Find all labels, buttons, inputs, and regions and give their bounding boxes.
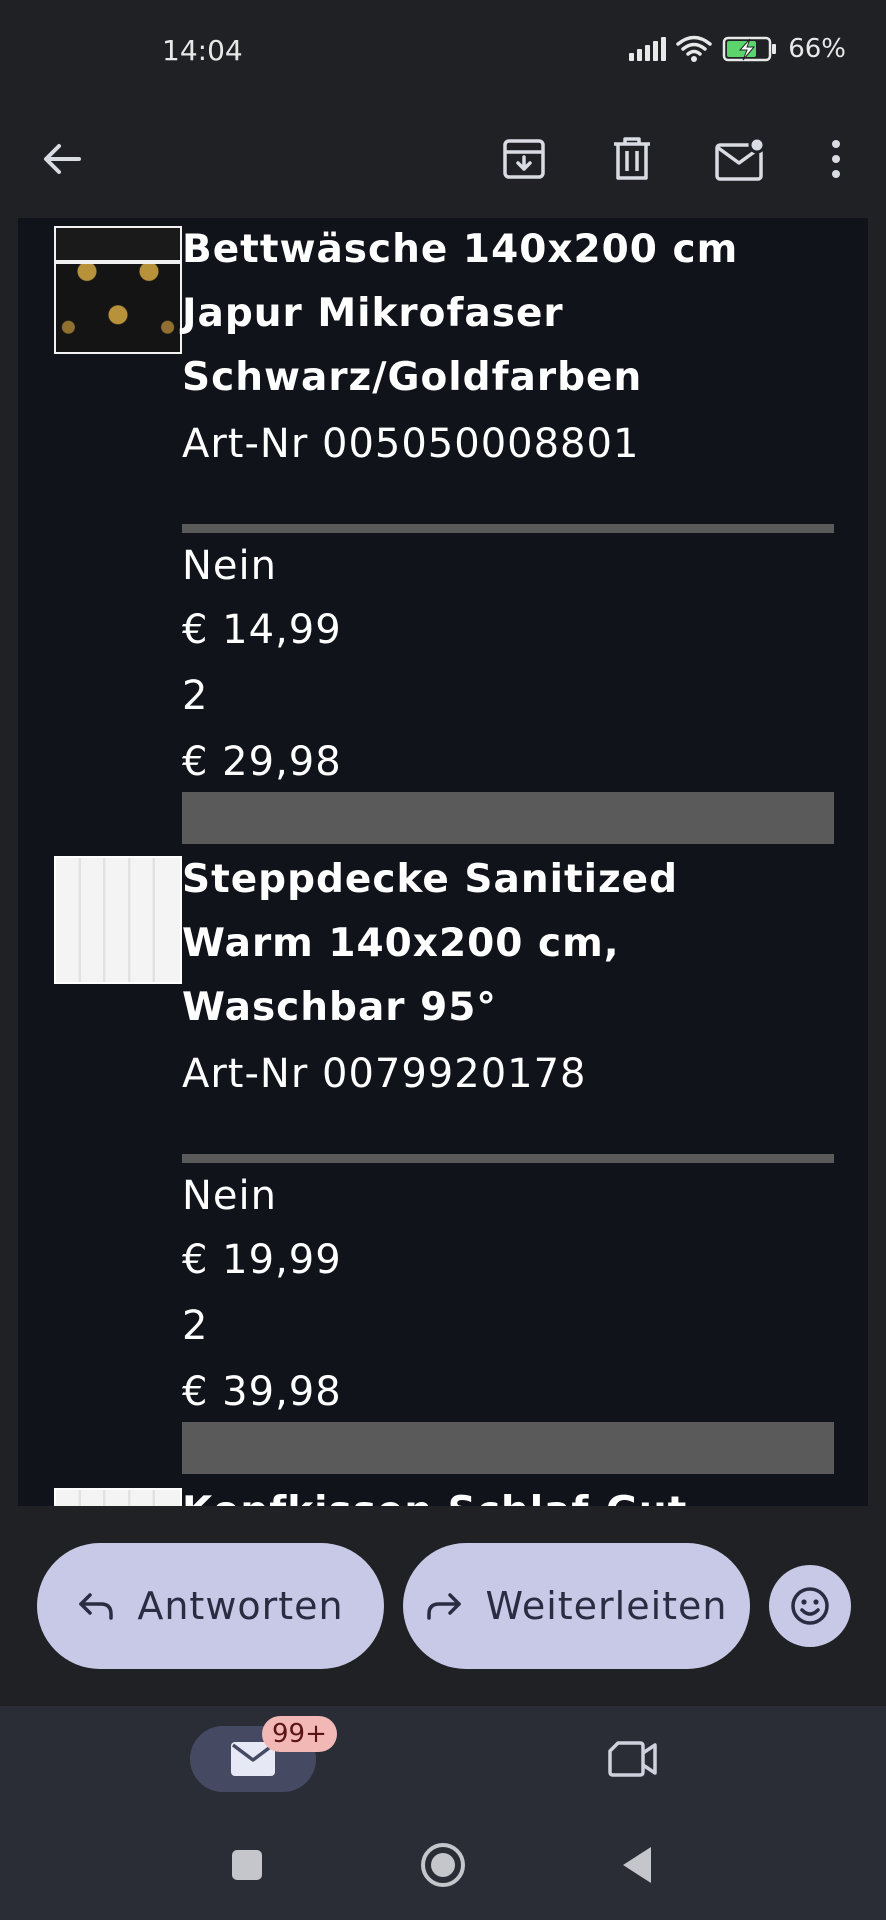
archive-icon[interactable] [489,124,559,194]
back-arrow-icon[interactable] [27,124,97,194]
product-quantity: 2 [182,673,209,719]
unread-badge: 99+ [262,1716,337,1752]
product-image [54,856,182,984]
product-quantity: 2 [182,1303,209,1349]
app-bar [0,100,886,218]
divider [182,1154,834,1163]
product-total: € 29,98 [182,739,342,785]
emoji-reaction-button[interactable] [769,1565,851,1647]
status-time: 14:04 [162,34,243,67]
reply-label: Antworten [137,1584,344,1628]
product-image [54,226,182,354]
home-icon[interactable] [408,1830,478,1900]
battery-percent: 66% [788,34,846,64]
signal-icon [629,37,667,61]
wifi-icon [676,35,712,62]
divider-block [182,1422,834,1474]
nav-meet-tab[interactable] [598,1724,668,1794]
status-icons: 66% [629,34,846,64]
product-unit-price: € 14,99 [182,607,342,653]
reply-action-bar: Antworten Weiterleiten [0,1506,886,1706]
product-title: Bettwäsche 140x200 cm Japur Mikrofaser S… [182,227,739,400]
reply-button[interactable]: Antworten [37,1543,384,1669]
email-body[interactable]: Bettwäsche 140x200 cm Japur Mikrofaser S… [18,218,868,1506]
bottom-navigation: 99+ [0,1706,886,1920]
system-back-icon[interactable] [602,1830,672,1900]
product-option: Nein [182,1173,277,1219]
status-bar: 14:04 66% [0,0,886,100]
forward-button[interactable]: Weiterleiten [403,1543,750,1669]
product-art-nr: Art-Nr 0079920178 [182,1051,587,1097]
product-total: € 39,98 [182,1369,342,1415]
divider [182,524,834,533]
delete-icon[interactable] [597,124,667,194]
mark-unread-icon[interactable] [705,124,775,194]
more-vert-icon[interactable] [801,124,871,194]
product-option: Nein [182,543,277,589]
divider-block [182,792,834,844]
product-unit-price: € 19,99 [182,1237,342,1283]
product-title: Kopfkissen Schlaf-Gut [182,1480,852,1506]
smiley-icon [791,1587,829,1625]
video-camera-icon [608,1741,657,1777]
reply-icon [79,1593,114,1620]
recent-apps-icon[interactable] [212,1830,282,1900]
product-image [54,1488,182,1506]
battery-charging-icon [722,36,777,62]
forward-label: Weiterleiten [485,1584,728,1628]
forward-icon [427,1593,462,1620]
product-title: Steppdecke Sanitized Warm 140x200 cm, Wa… [182,857,679,1030]
product-art-nr: Art-Nr 005050008801 [182,421,640,467]
